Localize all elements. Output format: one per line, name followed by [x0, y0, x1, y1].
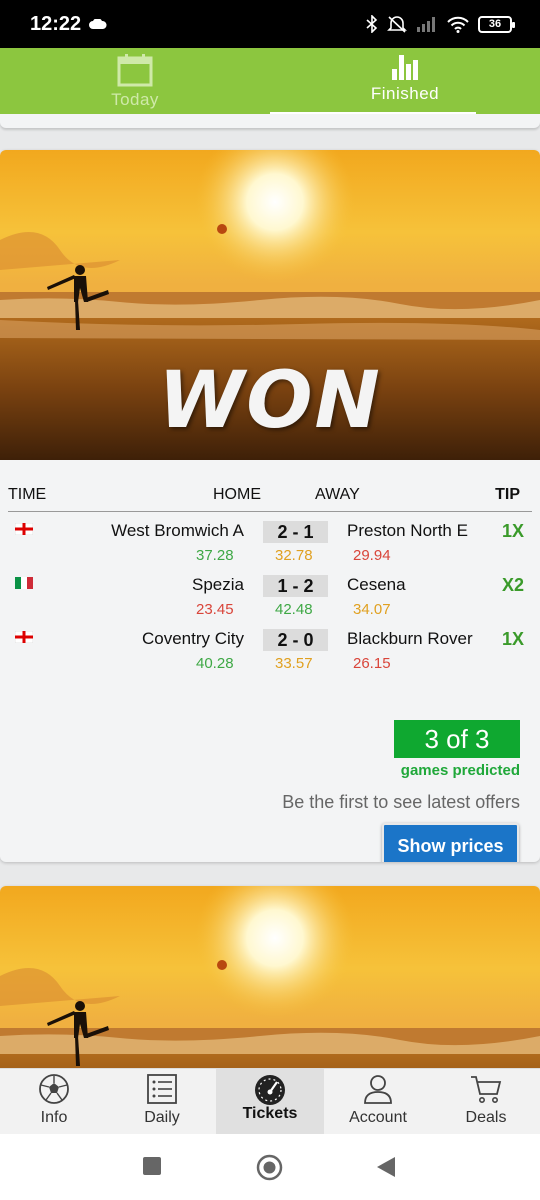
home-team: Spezia [192, 575, 244, 594]
odd-home: 37.28 [196, 547, 234, 564]
odd-draw: 33.57 [275, 655, 313, 672]
top-tab-bar: Today Finished [0, 48, 540, 116]
header-home: HOME [213, 486, 261, 503]
sunset-beach-image [0, 886, 540, 1068]
home-team: Coventry City [141, 629, 244, 648]
nav-deals[interactable]: Deals [432, 1069, 540, 1134]
table-header: TIME HOME AWAY TIP [8, 482, 532, 512]
match-tip: 1X [501, 521, 524, 541]
nav-deals-label: Deals [465, 1109, 507, 1126]
header-away: AWAY [315, 486, 360, 503]
home-team: West Bromwich A [111, 521, 244, 540]
header-time: TIME [8, 486, 47, 503]
nav-account-label: Account [349, 1109, 407, 1126]
system-navigation-bar [0, 1134, 540, 1200]
show-prices-button[interactable]: Show prices [382, 823, 519, 862]
user-icon [364, 1075, 392, 1104]
home-button[interactable] [256, 1154, 283, 1181]
nav-tickets-label: Tickets [242, 1105, 298, 1122]
list-icon [147, 1074, 177, 1104]
result-card [0, 886, 540, 1068]
predicted-caption: games predicted [400, 762, 520, 779]
result-card: WON TIME HOME AWAY TIP West Bromwich A 2… [0, 150, 540, 862]
mute-icon [387, 16, 407, 33]
match-tip: X2 [501, 575, 524, 595]
match-row: Spezia 1 - 2 Cesena X2 23.45 42.48 34.07 [0, 573, 540, 625]
odd-home: 23.45 [196, 601, 234, 618]
cloud-icon [89, 19, 107, 29]
predicted-count-badge: 3 of 3 [394, 720, 520, 758]
speedometer-icon [255, 1075, 285, 1105]
offer-text: Be the first to see latest offers [282, 792, 520, 812]
nav-tickets[interactable]: Tickets [216, 1069, 324, 1134]
match-score: 2 - 0 [263, 629, 328, 651]
header-tip: TIP [495, 486, 520, 503]
odd-draw: 32.78 [275, 547, 313, 564]
nav-info-label: Info [40, 1109, 68, 1126]
cart-icon [471, 1076, 502, 1103]
match-tip: 1X [501, 629, 524, 649]
bottom-navigation: Info Daily Tickets Account Deals [0, 1068, 540, 1134]
tab-today[interactable]: Today [0, 48, 270, 114]
status-time: 12:22 [30, 12, 82, 35]
signal-icon [417, 17, 435, 32]
status-bar: 12:22 36 [0, 0, 540, 48]
bar-chart-icon [392, 55, 418, 80]
tab-finished[interactable]: Finished [270, 48, 540, 116]
results-list[interactable]: WON TIME HOME AWAY TIP West Bromwich A 2… [0, 114, 540, 1068]
match-row: West Bromwich A 2 - 1 Preston North E 1X… [0, 519, 540, 571]
match-score: 2 - 1 [263, 521, 328, 543]
wifi-icon [447, 16, 469, 33]
away-team: Blackburn Rover [347, 629, 473, 648]
away-team: Cesena [347, 575, 406, 594]
odd-away: 26.15 [353, 655, 391, 672]
tab-today-label: Today [111, 90, 159, 109]
won-label: WON [158, 356, 382, 446]
previous-card-edge [0, 114, 540, 128]
nav-daily-label: Daily [144, 1109, 180, 1126]
odd-home: 40.28 [196, 655, 234, 672]
nav-info[interactable]: Info [0, 1069, 108, 1134]
won-banner: WON [0, 150, 540, 460]
battery-icon: 36 [478, 15, 515, 33]
tab-finished-label: Finished [370, 84, 440, 103]
nav-account[interactable]: Account [324, 1069, 432, 1134]
match-score: 1 - 2 [263, 575, 328, 597]
recents-button[interactable] [142, 1156, 162, 1176]
match-row: Coventry City 2 - 0 Blackburn Rover 1X 4… [0, 627, 540, 679]
italy-flag-icon [15, 577, 33, 589]
bluetooth-icon [366, 15, 378, 33]
back-button[interactable] [376, 1156, 396, 1178]
england-flag-icon [15, 523, 33, 535]
odd-away: 29.94 [353, 547, 391, 564]
odd-draw: 42.48 [275, 601, 313, 618]
away-team: Preston North E [347, 521, 468, 540]
banner-image [0, 886, 540, 1068]
soccer-ball-icon [39, 1074, 69, 1104]
odd-away: 34.07 [353, 601, 391, 618]
nav-daily[interactable]: Daily [108, 1069, 216, 1134]
england-flag-icon [15, 631, 33, 643]
calendar-icon [117, 54, 153, 87]
